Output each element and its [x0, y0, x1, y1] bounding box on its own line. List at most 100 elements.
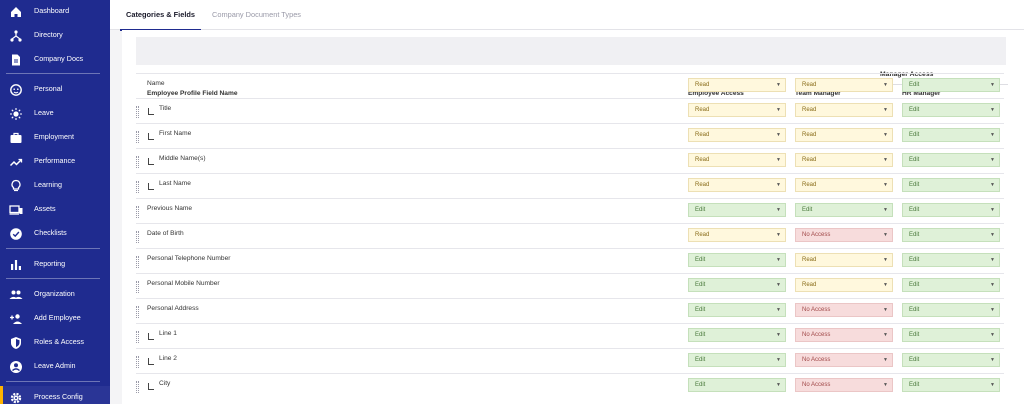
sidebar-item-label: Personal	[34, 84, 63, 93]
sidebar-item-company-docs[interactable]: Company Docs	[0, 48, 110, 72]
hr-manager-access-select[interactable]: Edit ▼	[902, 328, 1000, 342]
team-manager-access-select[interactable]: Read ▼	[795, 278, 893, 292]
drag-handle-icon[interactable]	[136, 256, 139, 268]
employee-access-select[interactable]: Read ▼	[688, 178, 786, 192]
team-manager-access-select[interactable]: No Access ▼	[795, 353, 893, 367]
hr-manager-access-select[interactable]: Edit ▼	[902, 378, 1000, 392]
sidebar-item-process-config[interactable]: Process Config	[0, 386, 110, 404]
field-name: City	[159, 380, 171, 387]
hr-manager-access-select[interactable]: Edit ▼	[902, 278, 1000, 292]
employee-access-select[interactable]: Edit ▼	[688, 253, 786, 267]
app-root: Dashboard Directory Company Docs Personal Le…	[0, 0, 1024, 404]
employee-access-select[interactable]: Read ▼	[688, 153, 786, 167]
drag-handle-icon[interactable]	[136, 206, 139, 218]
dropdown-arrow-icon: ▼	[883, 132, 888, 138]
hr-manager-access-select[interactable]: Edit ▼	[902, 78, 1000, 92]
field-name: Line 2	[159, 355, 177, 362]
hr-manager-access-select[interactable]: Edit ▼	[902, 103, 1000, 117]
employee-access-select[interactable]: Edit ▼	[688, 353, 786, 367]
select-value: Read	[695, 82, 710, 88]
dropdown-arrow-icon: ▼	[883, 257, 888, 263]
select-value: Edit	[909, 157, 920, 163]
select-value: Edit	[802, 207, 813, 213]
employee-access-select[interactable]: Edit ▼	[688, 328, 786, 342]
dropdown-arrow-icon: ▼	[776, 132, 781, 138]
hr-manager-access-select[interactable]: Edit ▼	[902, 353, 1000, 367]
tab-company-document-types[interactable]: Company Document Types	[212, 0, 301, 30]
team-manager-access-select[interactable]: Read ▼	[795, 153, 893, 167]
employee-access-select[interactable]: Edit ▼	[688, 303, 786, 317]
sidebar-item-leave[interactable]: Leave	[0, 102, 110, 126]
drag-handle-icon[interactable]	[136, 106, 139, 118]
drag-handle-icon[interactable]	[136, 306, 139, 318]
dropdown-arrow-icon: ▼	[883, 182, 888, 188]
hr-manager-access-select[interactable]: Edit ▼	[902, 128, 1000, 142]
team-manager-access-select[interactable]: No Access ▼	[795, 228, 893, 242]
people-icon	[9, 288, 23, 302]
select-value: Edit	[909, 382, 920, 388]
sidebar-item-employment[interactable]: Employment	[0, 126, 110, 150]
hr-manager-access-select[interactable]: Edit ▼	[902, 178, 1000, 192]
hr-manager-access-select[interactable]: Edit ▼	[902, 303, 1000, 317]
field-name: Personal Mobile Number	[147, 280, 220, 287]
sidebar-item-leave-admin[interactable]: Leave Admin	[0, 355, 110, 379]
select-value: Read	[802, 82, 817, 88]
team-manager-access-select[interactable]: Read ▼	[795, 253, 893, 267]
field-name: Line 1	[159, 330, 177, 337]
drag-handle-icon[interactable]	[136, 381, 139, 393]
sidebar-item-add-employee[interactable]: Add Employee	[0, 307, 110, 331]
drag-handle-icon[interactable]	[136, 181, 139, 193]
sidebar-item-dashboard[interactable]: Dashboard	[0, 0, 110, 24]
sidebar-item-organization[interactable]: Organization	[0, 283, 110, 307]
table-row: Middle Name(s) Read ▼ Read ▼ Edit ▼	[136, 148, 1004, 173]
sidebar-item-learning[interactable]: Learning	[0, 174, 110, 198]
team-manager-access-select[interactable]: Read ▼	[795, 103, 893, 117]
sidebar-item-assets[interactable]: Assets	[0, 198, 110, 222]
employee-access-select[interactable]: Read ▼	[688, 78, 786, 92]
sidebar-item-personal[interactable]: Personal	[0, 78, 110, 102]
select-value: No Access	[802, 307, 831, 313]
sidebar-item-directory[interactable]: Directory	[0, 24, 110, 48]
sidebar-item-reporting[interactable]: Reporting	[0, 253, 110, 277]
team-manager-access-select[interactable]: Read ▼	[795, 178, 893, 192]
team-manager-access-select[interactable]: No Access ▼	[795, 328, 893, 342]
select-value: Edit	[909, 357, 920, 363]
dropdown-arrow-icon: ▼	[883, 107, 888, 113]
tab-categories-fields[interactable]: Categories & Fields	[120, 0, 201, 31]
table-row: Personal Telephone Number Edit ▼ Read ▼ Edit ▼	[136, 248, 1004, 273]
hr-manager-access-select[interactable]: Edit ▼	[902, 253, 1000, 267]
dropdown-arrow-icon: ▼	[776, 107, 781, 113]
sidebar-item-roles-access[interactable]: Roles & Access	[0, 331, 110, 355]
select-value: Read	[802, 157, 817, 163]
hr-manager-access-select[interactable]: Edit ▼	[902, 153, 1000, 167]
employee-access-select[interactable]: Edit ▼	[688, 278, 786, 292]
select-value: Edit	[909, 82, 920, 88]
drag-handle-icon[interactable]	[136, 231, 139, 243]
drag-handle-icon[interactable]	[136, 156, 139, 168]
sidebar-item-performance[interactable]: Performance	[0, 150, 110, 174]
employee-access-select[interactable]: Edit ▼	[688, 203, 786, 217]
drag-handle-icon[interactable]	[136, 131, 139, 143]
employee-access-select[interactable]: Read ▼	[688, 228, 786, 242]
dropdown-arrow-icon: ▼	[883, 282, 888, 288]
select-value: Read	[802, 257, 817, 263]
employee-access-select[interactable]: Read ▼	[688, 128, 786, 142]
hr-manager-access-select[interactable]: Edit ▼	[902, 203, 1000, 217]
select-value: Read	[695, 182, 710, 188]
team-manager-access-select[interactable]: Read ▼	[795, 128, 893, 142]
sidebar-item-checklists[interactable]: Checklists	[0, 222, 110, 246]
drag-handle-icon[interactable]	[136, 331, 139, 343]
team-manager-access-select[interactable]: No Access ▼	[795, 303, 893, 317]
dropdown-arrow-icon: ▼	[776, 332, 781, 338]
drag-handle-icon[interactable]	[136, 281, 139, 293]
employee-access-select[interactable]: Read ▼	[688, 103, 786, 117]
team-manager-access-select[interactable]: No Access ▼	[795, 378, 893, 392]
drag-handle-icon[interactable]	[136, 356, 139, 368]
team-manager-access-select[interactable]: Read ▼	[795, 78, 893, 92]
hr-manager-access-select[interactable]: Edit ▼	[902, 228, 1000, 242]
employee-access-select[interactable]: Edit ▼	[688, 378, 786, 392]
team-manager-access-select[interactable]: Edit ▼	[795, 203, 893, 217]
dropdown-arrow-icon: ▼	[776, 157, 781, 163]
dropdown-arrow-icon: ▼	[883, 357, 888, 363]
select-value: Read	[695, 132, 710, 138]
